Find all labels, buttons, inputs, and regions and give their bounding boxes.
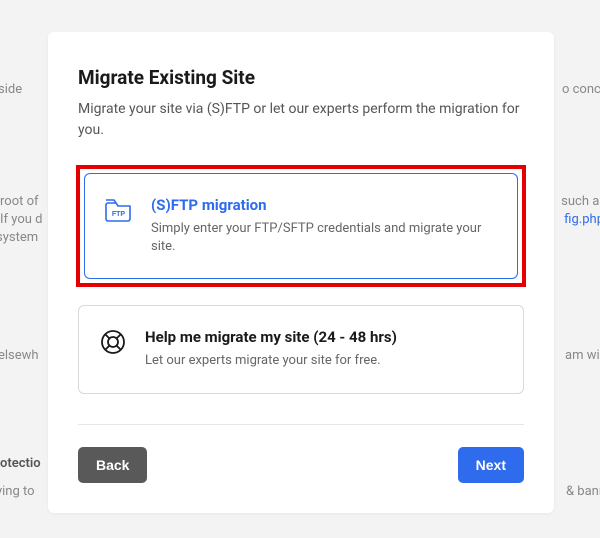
bg-text: o concu: [562, 82, 600, 97]
modal-footer: Back Next: [78, 447, 524, 483]
option-help-title: Help me migrate my site (24 - 48 hrs): [145, 328, 503, 346]
bg-text: & bann: [566, 484, 600, 499]
modal-title: Migrate Existing Site: [78, 66, 524, 89]
modal-subtitle: Migrate your site via (S)FTP or let our …: [78, 99, 524, 141]
bg-text: otectio: [0, 456, 41, 471]
next-button[interactable]: Next: [458, 447, 524, 483]
bg-text: If you d: [0, 212, 42, 227]
option-help[interactable]: Help me migrate my site (24 - 48 hrs) Le…: [78, 305, 524, 393]
bg-text: root of: [0, 194, 39, 209]
bg-text: system: [0, 230, 38, 245]
bg-text: am will: [565, 348, 600, 363]
bg-text: r-side: [0, 82, 22, 97]
bg-text: fig.php: [564, 212, 600, 227]
ftp-folder-icon: FTP: [105, 196, 133, 224]
highlight-box: FTP (S)FTP migration Simply enter your F…: [76, 165, 526, 287]
option-help-desc: Let our experts migrate your site for fr…: [145, 352, 503, 370]
migrate-modal: Migrate Existing Site Migrate your site …: [48, 32, 554, 513]
option-body: (S)FTP migration Simply enter your FTP/S…: [151, 196, 497, 256]
option-sftp[interactable]: FTP (S)FTP migration Simply enter your F…: [84, 173, 518, 279]
bg-text: such as: [561, 194, 600, 209]
option-sftp-desc: Simply enter your FTP/SFTP credentials a…: [151, 220, 497, 256]
divider: [78, 424, 524, 425]
bg-text: elsewh: [0, 348, 39, 363]
option-sftp-title: (S)FTP migration: [151, 196, 497, 214]
life-ring-icon: [99, 328, 127, 356]
back-button[interactable]: Back: [78, 447, 147, 483]
bg-text: ying to: [0, 484, 35, 499]
svg-text:FTP: FTP: [112, 211, 126, 218]
option-body: Help me migrate my site (24 - 48 hrs) Le…: [145, 328, 503, 370]
